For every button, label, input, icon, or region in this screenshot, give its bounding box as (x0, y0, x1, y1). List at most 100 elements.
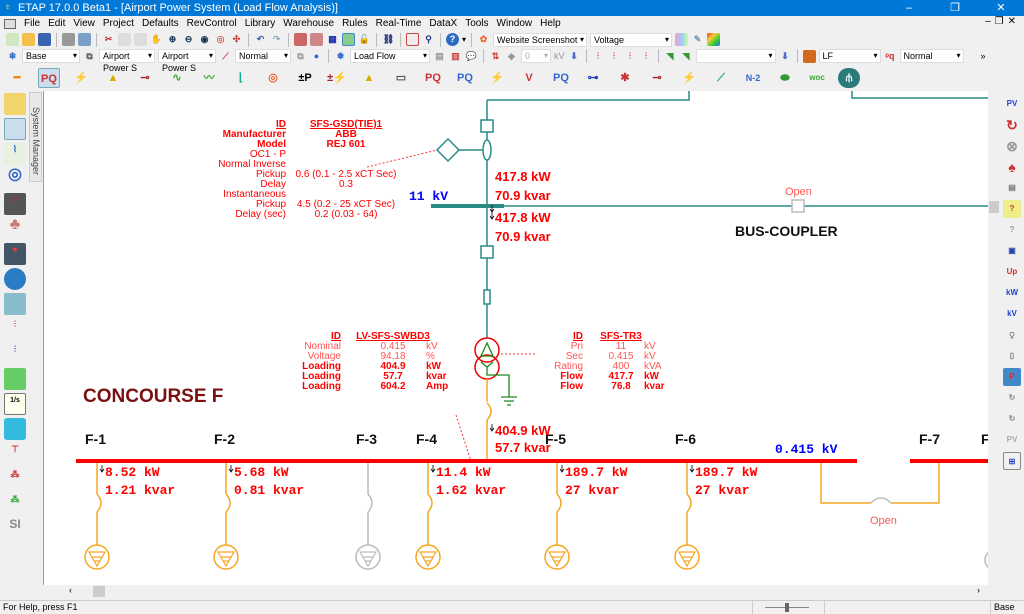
control-circuit-icon[interactable]: ⫶ (4, 343, 26, 365)
battery-icon[interactable]: ▭ (390, 68, 412, 88)
feeder-f-4[interactable]: F-4 11.4 kW 1.62 kvar (415, 431, 506, 570)
calendar-icon[interactable] (406, 33, 419, 46)
pan-icon[interactable]: ✋ (150, 33, 163, 46)
cable-pulling-icon[interactable]: ✱ (614, 68, 636, 88)
menu-window[interactable]: Window (497, 18, 533, 29)
presentation-icon[interactable]: ❄ (6, 50, 19, 63)
hv-breaker-2[interactable] (480, 245, 494, 259)
star-view-icon[interactable]: ⌇ (4, 143, 26, 165)
n2-contingency-icon[interactable]: N-2 (742, 68, 764, 88)
menu-defaults[interactable]: Defaults (142, 18, 179, 29)
bus-icon-2[interactable]: ⫶ (608, 50, 621, 63)
pv-disabled-icon[interactable]: PV (1003, 431, 1021, 449)
tie-breaker-open[interactable] (870, 497, 892, 504)
open-icon[interactable] (22, 33, 35, 46)
save-icon[interactable] (38, 33, 51, 46)
edit-icon[interactable]: ━ (6, 68, 28, 88)
feeder-fuse[interactable] (427, 493, 433, 513)
menu-project[interactable]: Project (103, 18, 134, 29)
feeder-fuse[interactable] (96, 493, 102, 513)
pv-icon[interactable]: PV (1003, 95, 1021, 113)
rainbow-icon[interactable] (707, 33, 721, 46)
more-icon[interactable]: » (981, 51, 986, 61)
presentation-select[interactable]: Base (22, 49, 80, 63)
pq-chart-icon[interactable]: P (1003, 368, 1021, 386)
protection-icon[interactable]: ⌊ (230, 68, 252, 88)
menu-warehouse[interactable]: Warehouse (283, 18, 334, 29)
stop-icon[interactable]: ⊗ (1003, 137, 1021, 155)
cable-icon-1[interactable]: ◥ (664, 50, 677, 63)
report-view-icon[interactable]: ▤ (1003, 179, 1021, 197)
short-circuit-icon[interactable]: ⚡ (70, 68, 92, 88)
current-transformer[interactable] (482, 139, 492, 161)
kw-kvar-icon[interactable]: kW (1003, 284, 1021, 302)
project-tree-icon[interactable] (4, 93, 26, 115)
theme-icon[interactable]: ✿ (477, 33, 490, 46)
print-icon[interactable] (62, 33, 75, 46)
document-icon[interactable] (4, 18, 16, 29)
one-line-view-icon[interactable] (4, 118, 26, 140)
report-manager-icon[interactable]: ▥ (449, 50, 462, 63)
network-icon[interactable]: ⊞ (1003, 452, 1021, 470)
zoom-fit-icon[interactable]: ◉ (198, 33, 211, 46)
bus-icon-3[interactable]: ⫶ (624, 50, 637, 63)
display-options-icon[interactable] (342, 33, 355, 46)
feeder-fuse[interactable] (225, 493, 231, 513)
motor-starting-icon[interactable]: ⊸ (134, 68, 156, 88)
redo-icon[interactable]: ↷ (270, 33, 283, 46)
train-icon[interactable]: ⬬ (774, 68, 796, 88)
curve-icon[interactable]: ◎ (4, 167, 26, 190)
system-manager-tab[interactable]: System Manager (29, 92, 42, 182)
zoom-in-icon[interactable]: ⊕ (166, 33, 179, 46)
maximize-button[interactable]: ❐ (932, 0, 978, 16)
hv-fuse[interactable] (483, 289, 491, 305)
dashboard-icon[interactable] (4, 268, 26, 290)
feeder-f-2[interactable]: F-2 5.68 kW 0.81 kvar (213, 431, 304, 570)
panel-icon[interactable]: ⊶ (582, 68, 604, 88)
dc-short-circuit-icon[interactable]: ±⚡ (326, 68, 348, 88)
alarm-icon[interactable]: ♠ (1003, 158, 1021, 176)
close-button[interactable]: ✕ (978, 0, 1024, 16)
transient-icon[interactable]: 〰 (198, 68, 220, 88)
zoom-slider[interactable] (752, 601, 824, 614)
harmonic-icon[interactable]: ∿ (166, 68, 188, 88)
query-2-icon[interactable]: ? (1003, 221, 1021, 239)
find-icon[interactable]: ⚲ (422, 33, 435, 46)
feeder-fuse[interactable] (556, 493, 562, 513)
sc-duty-icon[interactable]: ⚡ (678, 68, 700, 88)
map-icon[interactable] (4, 368, 26, 390)
woc-icon[interactable]: woc (806, 68, 828, 88)
lv-main-fuse[interactable] (486, 402, 492, 421)
query-icon[interactable]: ? (1003, 200, 1021, 218)
cut-icon[interactable]: ✂ (102, 33, 115, 46)
one-line-diagram-canvas[interactable]: F-1 8.52 kW 1.21 kvar F-2 5.68 kW 0.81 kvar F-… (43, 91, 988, 585)
copy-icon[interactable] (118, 33, 131, 46)
toolbox-icon[interactable] (802, 49, 816, 63)
color-palette-icon[interactable] (675, 33, 689, 46)
bus-icon-4[interactable]: ⫶ (640, 50, 653, 63)
update-icon[interactable]: Up (1003, 263, 1021, 281)
zoom-out-icon[interactable]: ⊖ (182, 33, 195, 46)
link-icon[interactable]: ⛓ (382, 33, 395, 46)
kv-select[interactable]: 0 (521, 49, 551, 63)
menu-tools[interactable]: Tools (465, 18, 488, 29)
copy-config-icon[interactable]: ⧉ (294, 50, 307, 63)
harmonic-lf-icon[interactable]: PQ (454, 68, 476, 88)
fuse-icon[interactable]: ▯ (1003, 347, 1021, 365)
lf-select[interactable]: LF (818, 49, 881, 63)
alert-icon[interactable]: 💬 (465, 50, 478, 63)
feeder-fuse[interactable] (367, 493, 373, 513)
study-case-select[interactable]: Load Flow (350, 49, 430, 63)
report-icon[interactable]: ▤ (433, 50, 446, 63)
arrow-down-icon-2[interactable]: ⬇ (779, 50, 792, 63)
revision-select[interactable]: Airport Power S (99, 49, 155, 73)
menu-view[interactable]: View (73, 18, 95, 29)
menu-rules[interactable]: Rules (342, 18, 368, 29)
pq-icon[interactable]: ᵖq (884, 50, 897, 63)
print-preview-icon[interactable] (78, 33, 91, 46)
minimize-button[interactable]: – (886, 0, 932, 16)
arc-flash-icon[interactable]: ▲ (102, 68, 124, 88)
geo-view-icon[interactable] (4, 293, 26, 315)
edit-mode-icon[interactable] (294, 33, 307, 46)
transformer-sfs-tr3[interactable] (474, 330, 517, 406)
